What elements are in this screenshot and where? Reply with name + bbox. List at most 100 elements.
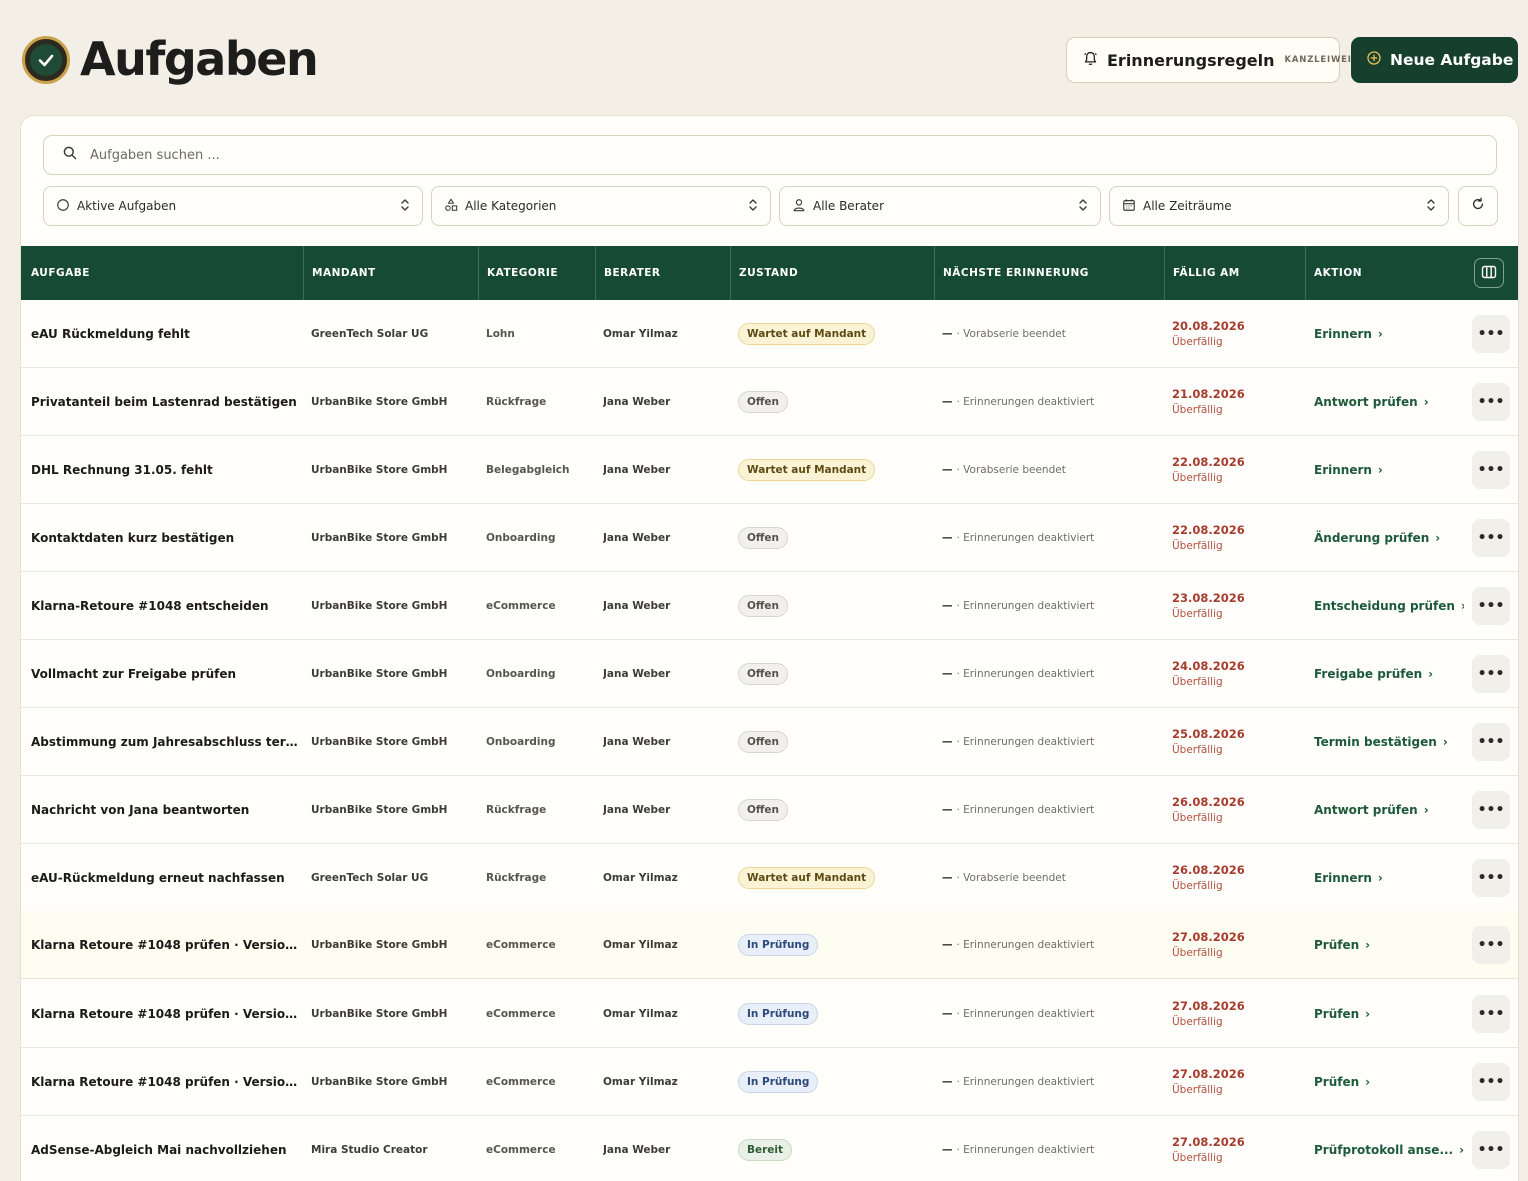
task-name[interactable]: Klarna Retoure #1048 prüfen · Version 1 [31, 911, 303, 978]
status-filter[interactable]: Aktive Aufgaben [43, 186, 423, 226]
reminder-dash: — [942, 1007, 953, 1020]
more-options-button[interactable]: ••• [1472, 1063, 1510, 1101]
column-header-action[interactable]: AKTION [1305, 246, 1465, 300]
category-name: Rückfrage [486, 803, 547, 816]
status-filter-value: Aktive Aufgaben [77, 199, 177, 213]
table-row[interactable]: Klarna Retoure #1048 prüfen · Version 3 U… [21, 1048, 1518, 1116]
column-header-task[interactable]: AUFGABE [23, 246, 303, 300]
task-name[interactable]: eAU Rückmeldung fehlt [31, 300, 303, 367]
table-row[interactable]: Abstimmung zum Jahresabschluss terminie.… [21, 708, 1518, 776]
category-name: eCommerce [486, 1007, 556, 1020]
reminder-dash: — [942, 599, 953, 612]
task-name[interactable]: Klarna Retoure #1048 prüfen · Version 2 [31, 980, 303, 1047]
action-link[interactable]: Prüfen › [1314, 980, 1464, 1047]
client-name: UrbanBike Store GmbH [311, 667, 448, 680]
action-link[interactable]: Prüfprotokoll anse... › [1314, 1116, 1464, 1181]
task-name[interactable]: Vollmacht zur Freigabe prüfen [31, 640, 303, 707]
action-link[interactable]: Entscheidung prüfen › [1314, 572, 1464, 639]
column-header-state[interactable]: ZUSTAND [730, 246, 934, 300]
action-link[interactable]: Erinnern › [1314, 436, 1464, 503]
due-status: Überfällig [1172, 404, 1223, 416]
status-badge: Offen [738, 390, 789, 413]
table-row[interactable]: Privatanteil beim Lastenrad bestätigen Ur… [21, 368, 1518, 436]
refresh-button[interactable] [1458, 186, 1498, 226]
advisor-name: Jana Weber [603, 463, 671, 476]
task-name[interactable]: AdSense-Abgleich Mai nachvollziehen [31, 1116, 303, 1181]
column-header-advisor[interactable]: BERATER [595, 246, 730, 300]
category-name: Onboarding [486, 667, 556, 680]
reminder-rules-button[interactable]: Erinnerungsregeln KANZLEIWEIT [1066, 37, 1357, 83]
more-options-button[interactable]: ••• [1472, 859, 1510, 897]
more-options-button[interactable]: ••• [1472, 995, 1510, 1033]
category-filter[interactable]: Alle Kategorien [431, 186, 771, 226]
table-row[interactable]: eAU-Rückmeldung erneut nachfassen GreenTe… [21, 844, 1518, 912]
task-name[interactable]: Privatanteil beim Lastenrad bestätigen [31, 368, 303, 435]
search-input[interactable] [90, 147, 1440, 163]
action-label: Erinnern [1314, 326, 1372, 341]
action-link[interactable]: Termin bestätigen › [1314, 708, 1464, 775]
action-link[interactable]: Prüfen › [1314, 911, 1464, 978]
client-name: UrbanBike Store GmbH [311, 938, 448, 951]
plus-circle-icon [1366, 50, 1382, 70]
reminder-dash: — [942, 871, 953, 884]
client-name: UrbanBike Store GmbH [311, 531, 448, 544]
action-link[interactable]: Freigabe prüfen › [1314, 640, 1464, 707]
period-filter[interactable]: Alle Zeiträume [1109, 186, 1449, 226]
column-header-client[interactable]: MANDANT [303, 246, 478, 300]
new-task-button[interactable]: Neue Aufgabe [1351, 37, 1518, 83]
table-row[interactable]: Vollmacht zur Freigabe prüfen UrbanBike S… [21, 640, 1518, 708]
column-header-due[interactable]: FÄLLIG AM [1164, 246, 1305, 300]
table-row[interactable]: Kontaktdaten kurz bestätigen UrbanBike St… [21, 504, 1518, 572]
table-row[interactable]: eAU Rückmeldung fehlt GreenTech Solar UG L… [21, 300, 1518, 368]
column-header-reminder[interactable]: NÄCHSTE ERINNERUNG [934, 246, 1164, 300]
state-cell: In Prüfung [738, 1048, 819, 1115]
category-name: Belegabgleich [486, 463, 570, 476]
action-link[interactable]: Prüfen › [1314, 1048, 1464, 1115]
status-badge: In Prüfung [738, 933, 819, 956]
table-row[interactable]: AdSense-Abgleich Mai nachvollziehen Mira … [21, 1116, 1518, 1181]
more-options-button[interactable]: ••• [1472, 587, 1510, 625]
more-options-button[interactable]: ••• [1472, 926, 1510, 964]
column-settings-button[interactable] [1474, 258, 1504, 288]
table-row[interactable]: Klarna Retoure #1048 prüfen · Version 1 U… [21, 911, 1518, 979]
next-reminder: — · Erinnerungen deaktiviert [942, 640, 1162, 707]
action-link[interactable]: Erinnern › [1314, 844, 1464, 911]
more-options-button[interactable]: ••• [1472, 655, 1510, 693]
table-row[interactable]: Nachricht von Jana beantworten UrbanBike … [21, 776, 1518, 844]
more-options-button[interactable]: ••• [1472, 315, 1510, 353]
action-link[interactable]: Erinnern › [1314, 300, 1464, 367]
column-header-category[interactable]: KATEGORIE [478, 246, 595, 300]
action-link[interactable]: Antwort prüfen › [1314, 368, 1464, 435]
more-options-button[interactable]: ••• [1472, 519, 1510, 557]
status-badge: Wartet auf Mandant [738, 458, 876, 481]
table-row[interactable]: Klarna-Retoure #1048 entscheiden UrbanBik… [21, 572, 1518, 640]
task-name[interactable]: Kontaktdaten kurz bestätigen [31, 504, 303, 571]
reminder-dash: — [942, 531, 953, 544]
more-options-button[interactable]: ••• [1472, 383, 1510, 421]
next-reminder: — · Erinnerungen deaktiviert [942, 504, 1162, 571]
shapes-icon [444, 197, 458, 216]
task-name[interactable]: Klarna Retoure #1048 prüfen · Version 3 [31, 1048, 303, 1115]
next-reminder: — · Erinnerungen deaktiviert [942, 708, 1162, 775]
due-date-cell: 27.08.2026 Überfällig [1172, 911, 1292, 978]
more-options-button[interactable]: ••• [1472, 723, 1510, 761]
advisor-filter[interactable]: Alle Berater [779, 186, 1101, 226]
task-name[interactable]: Abstimmung zum Jahresabschluss terminie.… [31, 708, 303, 775]
table-row[interactable]: Klarna Retoure #1048 prüfen · Version 2 U… [21, 980, 1518, 1048]
due-date: 21.08.2026 [1172, 387, 1245, 401]
table-row[interactable]: DHL Rechnung 31.05. fehlt UrbanBike Store… [21, 436, 1518, 504]
reminder-dash: — [942, 463, 953, 476]
advisor-name: Jana Weber [603, 395, 671, 408]
more-options-button[interactable]: ••• [1472, 791, 1510, 829]
chevron-right-icon: › [1377, 462, 1383, 477]
action-link[interactable]: Änderung prüfen › [1314, 504, 1464, 571]
task-name[interactable]: DHL Rechnung 31.05. fehlt [31, 436, 303, 503]
more-options-button[interactable]: ••• [1472, 451, 1510, 489]
status-badge: Offen [738, 662, 789, 685]
more-options-button[interactable]: ••• [1472, 1131, 1510, 1169]
task-name[interactable]: Klarna-Retoure #1048 entscheiden [31, 572, 303, 639]
reminder-text: · Erinnerungen deaktiviert [956, 735, 1095, 748]
task-name[interactable]: Nachricht von Jana beantworten [31, 776, 303, 843]
task-name[interactable]: eAU-Rückmeldung erneut nachfassen [31, 844, 303, 911]
action-link[interactable]: Antwort prüfen › [1314, 776, 1464, 843]
